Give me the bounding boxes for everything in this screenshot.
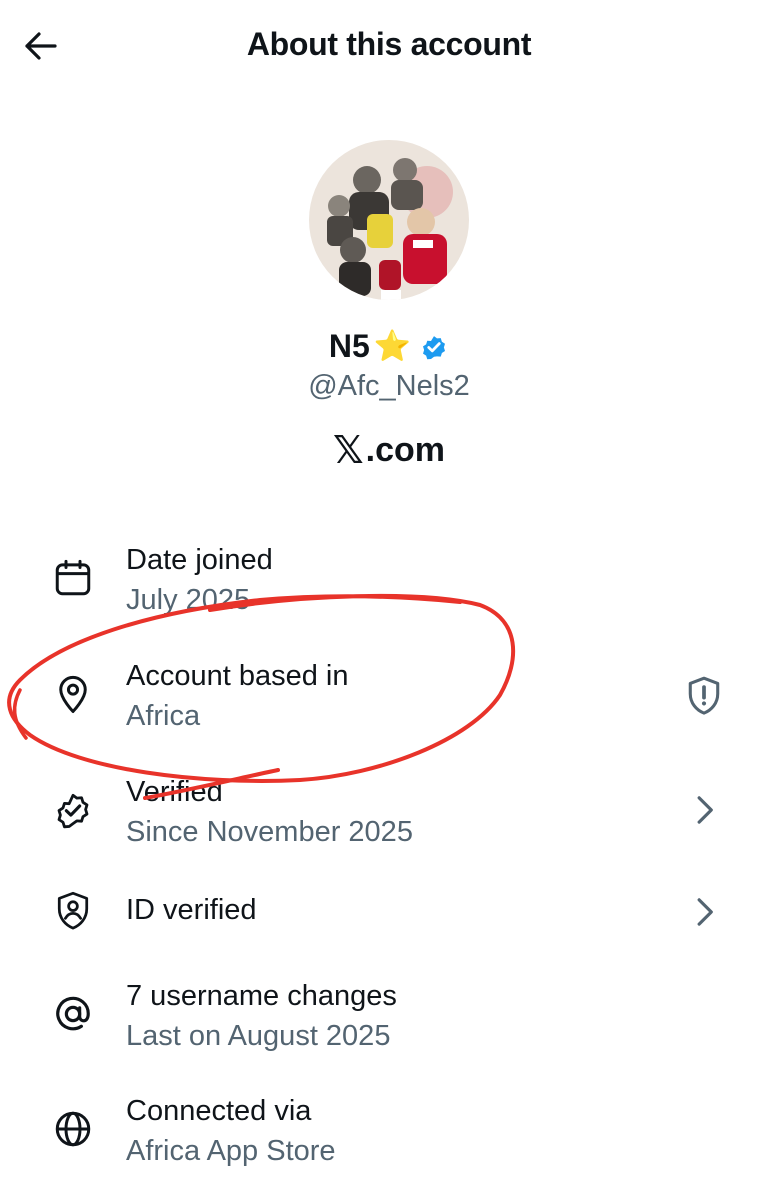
row-id-verified[interactable]: ID verified [0,888,778,984]
location-pin-icon [50,671,96,717]
display-name: N5 [328,328,370,364]
row-connected-via: Connected via Africa App Store [0,1089,778,1185]
row-label: ID verified [126,894,257,926]
chevron-right-icon[interactable] [680,786,728,834]
row-account-based-in: Account based in Africa [0,654,778,750]
row-value: Africa [126,700,201,732]
row-value: Africa App Store [126,1135,336,1167]
row-value: July 2025 [126,584,251,616]
row-value: Since November 2025 [126,816,413,848]
row-verified[interactable]: Verified Since November 2025 [0,770,778,866]
avatar [309,140,469,300]
row-label: Connected via [126,1095,312,1127]
x-logo: 𝕏 [333,428,364,472]
display-name-row: N5 ⭐ [0,328,778,365]
at-sign-icon [50,991,96,1037]
calendar-icon [50,555,96,601]
row-label: Date joined [126,544,273,576]
verified-badge-icon [50,787,96,833]
star-emoji: ⭐ [373,329,412,363]
row-value: Last on August 2025 [126,1020,391,1052]
row-label: Account based in [126,660,349,692]
account-handle: @Afc_Nels2 [308,370,470,402]
row-label: 7 username changes [126,980,397,1012]
top-bar: About this account [0,0,778,90]
site-label: 𝕏 .com [0,428,778,472]
row-date-joined: Date joined July 2025 [0,538,778,634]
page-title: About this account [246,26,532,62]
globe-icon [50,1106,96,1152]
row-username-changes: 7 username changes Last on August 2025 [0,974,778,1070]
row-label: Verified [126,776,223,808]
id-shield-icon [50,888,96,934]
chevron-right-icon[interactable] [680,888,728,936]
verified-badge-icon [423,335,446,359]
site-domain: .com [365,430,445,469]
shield-alert-icon[interactable] [680,672,728,720]
